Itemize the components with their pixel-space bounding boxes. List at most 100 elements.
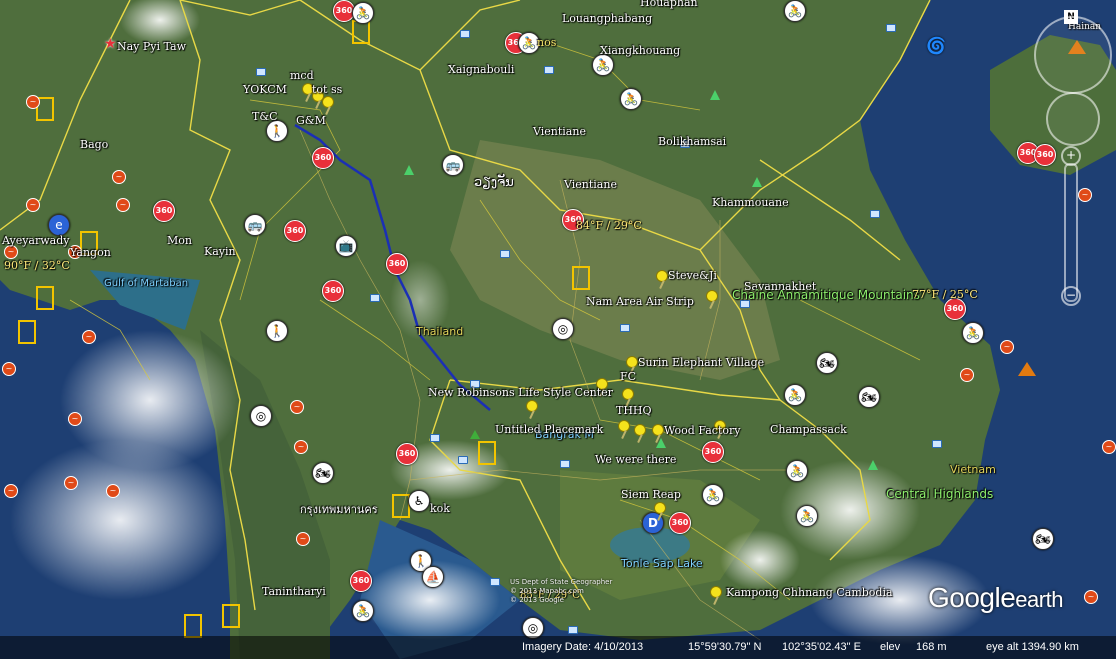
look-joystick[interactable] xyxy=(1034,16,1112,94)
untitled-placemark-icon[interactable] xyxy=(470,430,480,439)
placemark-tot-ss[interactable]: tot ss xyxy=(312,83,342,96)
cyclone-icon[interactable]: 🌀 xyxy=(926,36,946,55)
cycling-icon[interactable]: 🚴 xyxy=(784,384,806,406)
panorama-360-icon[interactable]: 360 xyxy=(396,443,418,465)
panorama-360-icon[interactable]: 360 xyxy=(350,570,372,592)
cycling-icon[interactable]: 🚴 xyxy=(962,322,984,344)
photo-icon[interactable] xyxy=(370,294,380,302)
cycling-icon[interactable]: 🚴 xyxy=(352,2,374,24)
cycling-icon[interactable]: 🚴 xyxy=(592,54,614,76)
placemark-tc[interactable]: T&C xyxy=(252,110,278,123)
photo-overlay-icon[interactable] xyxy=(572,266,590,290)
photo-icon[interactable] xyxy=(500,250,510,258)
park-icon[interactable] xyxy=(404,165,414,175)
panorama-360-icon[interactable]: 360 xyxy=(153,200,175,222)
placemark-mcd[interactable]: mcd xyxy=(290,69,314,82)
panorama-360-icon[interactable]: 360 xyxy=(669,512,691,534)
cycling-icon[interactable]: 🚴 xyxy=(786,460,808,482)
earthquake-icon[interactable]: ~ xyxy=(296,532,310,546)
motorcycle-icon[interactable]: 🏍 xyxy=(858,386,880,408)
earthquake-icon[interactable]: ~ xyxy=(2,362,16,376)
photo-overlay-icon[interactable] xyxy=(18,320,36,344)
panorama-360-icon[interactable]: 360 xyxy=(944,298,966,320)
earthquake-icon[interactable]: ~ xyxy=(1102,440,1116,454)
cycling-icon[interactable]: 🚴 xyxy=(620,88,642,110)
placemark-new-robinsons[interactable]: New Robinsons Life Style Center xyxy=(428,386,613,399)
placemark-pin[interactable] xyxy=(322,96,334,108)
placemark-yokcm[interactable]: YOKCM xyxy=(243,83,287,96)
photo-icon[interactable] xyxy=(458,456,468,464)
photo-icon[interactable] xyxy=(544,66,554,74)
earthquake-icon[interactable]: ~ xyxy=(106,484,120,498)
bus-icon[interactable]: 🚌 xyxy=(442,154,464,176)
photo-overlay-icon[interactable] xyxy=(222,604,240,628)
placemark-wood-factory[interactable]: Wood Factory xyxy=(664,424,740,437)
photo-icon[interactable] xyxy=(560,460,570,468)
park-icon[interactable] xyxy=(710,90,720,100)
placemark-we-were-there[interactable]: We were there xyxy=(595,453,676,466)
earthquake-icon[interactable]: ~ xyxy=(26,198,40,212)
webcam-icon[interactable]: ◎ xyxy=(552,318,574,340)
placemark-pin[interactable] xyxy=(706,290,718,302)
panorama-360-icon[interactable]: 360 xyxy=(284,220,306,242)
placemark-pin[interactable] xyxy=(526,400,538,412)
hiking-icon[interactable]: 🚶 xyxy=(266,320,288,342)
placemark-pin[interactable] xyxy=(618,420,630,432)
map-view[interactable]: 360 360 360 360 360 360 360 360 360 360 … xyxy=(0,0,1116,659)
placemark-nam-area[interactable]: Nam Area Air Strip xyxy=(586,295,694,308)
photo-icon[interactable] xyxy=(932,440,942,448)
placemark-pin[interactable] xyxy=(626,356,638,368)
photo-icon[interactable] xyxy=(886,24,896,32)
placemark-thhq[interactable]: THHQ xyxy=(616,404,652,417)
earthquake-icon[interactable]: ~ xyxy=(4,484,18,498)
panorama-360-icon[interactable]: 360 xyxy=(386,253,408,275)
earthquake-icon[interactable]: ~ xyxy=(290,400,304,414)
motorcycle-icon[interactable]: 🏍 xyxy=(816,352,838,374)
park-icon[interactable] xyxy=(868,460,878,470)
photo-overlay-icon[interactable] xyxy=(184,614,202,638)
weather-vientiane[interactable]: 84°F / 29°C xyxy=(576,219,642,232)
hiking-icon[interactable]: 🚶 xyxy=(266,120,288,142)
placemark-gm[interactable]: G&M xyxy=(296,114,326,127)
placemark-steve-ji[interactable]: Steve&Ji xyxy=(668,269,717,282)
panorama-360-icon[interactable]: 360 xyxy=(702,441,724,463)
cycling-icon[interactable]: 🚴 xyxy=(702,484,724,506)
placemark-pin[interactable] xyxy=(654,502,666,514)
zoom-slider[interactable] xyxy=(1064,163,1078,302)
bus-icon[interactable]: 🚌 xyxy=(244,214,266,236)
placemark-pin[interactable] xyxy=(652,424,664,436)
sailing-icon[interactable]: ⛵ xyxy=(422,566,444,588)
panorama-360-icon[interactable]: 360 xyxy=(322,280,344,302)
tv-icon[interactable]: 📺 xyxy=(335,235,357,257)
weather-laos[interactable]: 77°F / 25°C xyxy=(912,288,978,301)
photo-icon[interactable] xyxy=(568,626,578,634)
zoom-out-button[interactable]: − xyxy=(1061,286,1081,306)
photo-icon[interactable] xyxy=(460,30,470,38)
placemark-surin[interactable]: Surin Elephant Village xyxy=(638,356,764,369)
move-joystick[interactable] xyxy=(1046,92,1100,146)
info-e-icon[interactable]: e xyxy=(48,214,70,236)
motorcycle-icon[interactable]: 🏍 xyxy=(1032,528,1054,550)
park-icon[interactable] xyxy=(752,177,762,187)
photo-overlay-icon[interactable] xyxy=(36,286,54,310)
earthquake-icon[interactable]: ~ xyxy=(960,368,974,382)
photo-icon[interactable] xyxy=(620,324,630,332)
photo-icon[interactable] xyxy=(430,434,440,442)
placemark-pin[interactable] xyxy=(710,586,722,598)
photo-overlay-icon[interactable] xyxy=(478,441,496,465)
earthquake-icon[interactable]: ~ xyxy=(68,412,82,426)
earthquake-icon[interactable]: ~ xyxy=(26,95,40,109)
photo-icon[interactable] xyxy=(490,578,500,586)
placemark-fc[interactable]: FC xyxy=(620,370,636,383)
panorama-360-icon[interactable]: 360 xyxy=(312,147,334,169)
earthquake-icon[interactable]: ~ xyxy=(82,330,96,344)
earthquake-icon[interactable]: ~ xyxy=(112,170,126,184)
motorcycle-icon[interactable]: 🏍 xyxy=(312,462,334,484)
weather-yangon[interactable]: 90°F / 32°C xyxy=(4,259,70,272)
cycling-icon[interactable]: 🚴 xyxy=(784,0,806,22)
cycling-icon[interactable]: 🚴 xyxy=(352,600,374,622)
earthquake-icon[interactable]: ~ xyxy=(4,245,18,259)
earthquake-icon[interactable]: ~ xyxy=(294,440,308,454)
volcano-icon[interactable] xyxy=(1018,362,1036,376)
earthquake-icon[interactable]: ~ xyxy=(64,476,78,490)
